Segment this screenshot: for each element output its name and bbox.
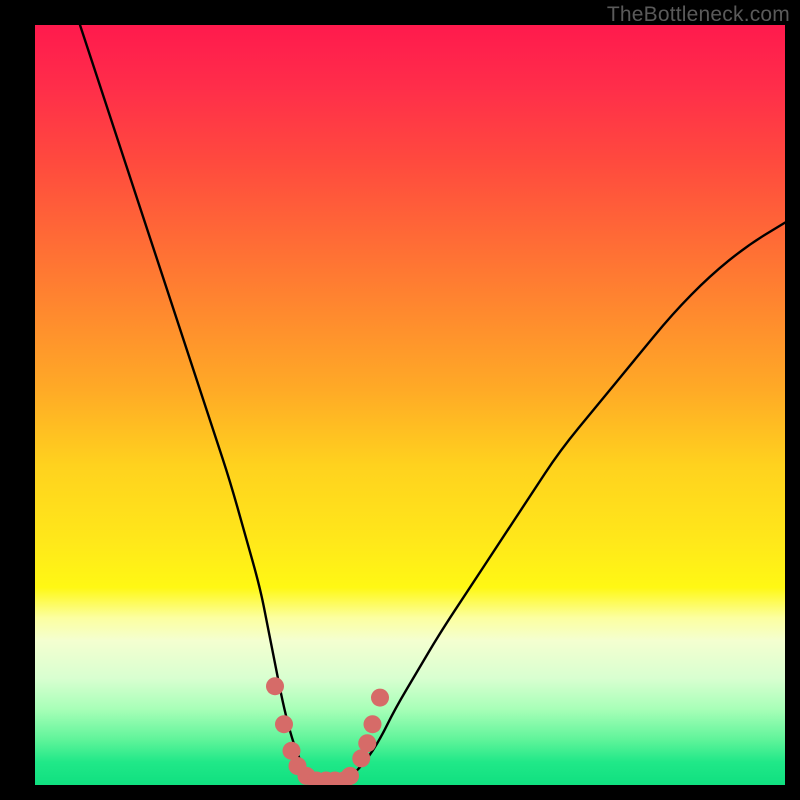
plot-area — [35, 25, 785, 785]
marker-dots-group — [266, 677, 389, 785]
bottleneck-curve — [80, 25, 785, 781]
chart-frame: TheBottleneck.com — [0, 0, 800, 800]
marker-dot — [275, 715, 293, 733]
marker-dot — [266, 677, 284, 695]
marker-dot — [364, 715, 382, 733]
marker-dot — [358, 734, 376, 752]
bottleneck-curve-svg — [35, 25, 785, 785]
curve-path-group — [80, 25, 785, 781]
marker-dot — [371, 689, 389, 707]
marker-dot — [341, 767, 359, 785]
watermark-text: TheBottleneck.com — [607, 3, 790, 27]
